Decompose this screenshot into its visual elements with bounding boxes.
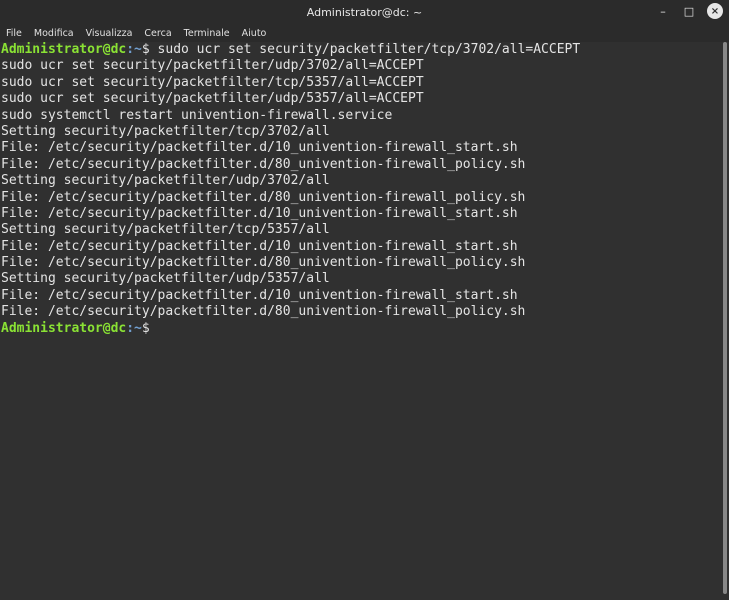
command-line: Administrator@dc:~$ sudo ucr set securit… bbox=[0, 42, 722, 58]
prompt-user-host: Administrator@dc bbox=[1, 42, 127, 57]
output-line: Setting security/packetfilter/tcp/5357/a… bbox=[1, 222, 330, 238]
prompt-path: :~ bbox=[126, 42, 142, 57]
output-line: File: /etc/security/packetfilter.d/10_un… bbox=[1, 287, 518, 303]
menu-modifica[interactable]: Modifica bbox=[34, 28, 80, 39]
menu-cerca[interactable]: Cerca bbox=[144, 28, 177, 39]
terminal-window: Administrator@dc: ~ – □ × File Modifica … bbox=[0, 0, 729, 600]
menu-terminale[interactable]: Terminale bbox=[184, 28, 236, 39]
prompt-user-host: Administrator@dc bbox=[1, 320, 127, 336]
menu-bar: File Modifica Visualizza Cerca Terminale… bbox=[0, 24, 729, 42]
output-line: File: /etc/security/packetfilter.d/80_un… bbox=[1, 255, 526, 271]
minimize-icon[interactable]: – bbox=[655, 3, 671, 19]
menu-aiuto[interactable]: Aiuto bbox=[242, 28, 273, 39]
output-line: sudo ucr set security/packetfilter/udp/3… bbox=[1, 58, 424, 74]
scrollbar-thumb[interactable] bbox=[723, 42, 727, 594]
window-title: Administrator@dc: ~ bbox=[306, 5, 423, 19]
scrollbar[interactable] bbox=[722, 42, 727, 596]
output-line: sudo ucr set security/packetfilter/tcp/5… bbox=[1, 74, 424, 90]
output-line: Setting security/packetfilter/udp/5357/a… bbox=[1, 271, 330, 287]
prompt-line: Administrator@dc:~$ bbox=[0, 321, 722, 337]
prompt-symbol: $ bbox=[141, 42, 150, 57]
close-icon[interactable]: × bbox=[707, 3, 723, 19]
output-line: Setting security/packetfilter/udp/3702/a… bbox=[1, 173, 330, 189]
output-line: File: /etc/security/packetfilter.d/80_un… bbox=[1, 189, 526, 205]
output-line: File: /etc/security/packetfilter.d/10_un… bbox=[1, 238, 518, 254]
window-controls: – □ × bbox=[655, 3, 723, 19]
output-line: File: /etc/security/packetfilter.d/80_un… bbox=[1, 304, 526, 320]
title-bar[interactable]: Administrator@dc: ~ – □ × bbox=[0, 0, 729, 24]
menu-visualizza[interactable]: Visualizza bbox=[86, 28, 139, 39]
output-line: sudo ucr set security/packetfilter/udp/5… bbox=[1, 91, 424, 107]
output-line: sudo systemctl restart univention-firewa… bbox=[1, 107, 393, 123]
prompt-path: :~ bbox=[126, 320, 142, 336]
prompt-symbol: $ bbox=[141, 320, 150, 336]
output-line: File: /etc/security/packetfilter.d/10_un… bbox=[1, 205, 518, 221]
command-text: sudo ucr set security/packetfilter/tcp/3… bbox=[149, 42, 581, 57]
output-line: File: /etc/security/packetfilter.d/10_un… bbox=[1, 140, 518, 156]
output-line: Setting security/packetfilter/tcp/3702/a… bbox=[1, 123, 330, 139]
terminal-output[interactable]: Administrator@dc:~$ sudo ucr set securit… bbox=[0, 42, 722, 600]
output-line: File: /etc/security/packetfilter.d/80_un… bbox=[1, 156, 526, 172]
maximize-icon[interactable]: □ bbox=[681, 3, 697, 19]
menu-file[interactable]: File bbox=[6, 28, 28, 39]
